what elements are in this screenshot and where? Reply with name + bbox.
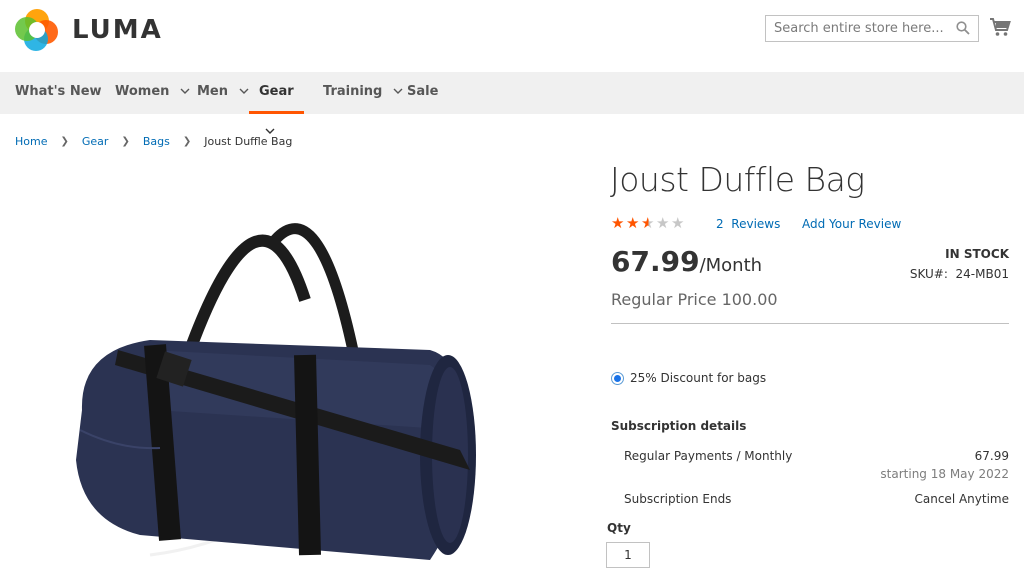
star-full-icon: ★ (611, 214, 625, 232)
search-icon[interactable] (956, 21, 970, 35)
nav-item-men[interactable]: Men (197, 72, 249, 114)
store-logo[interactable]: LUMA (15, 8, 163, 52)
search-input[interactable] (766, 16, 946, 41)
product-sku: SKU#: 24-MB01 (910, 267, 1009, 281)
divider (611, 323, 1009, 324)
chevron-right-icon: ❯ (121, 136, 130, 147)
subscription-row-value: 67.99 (974, 449, 1009, 463)
reviews-link[interactable]: 2 Reviews (716, 217, 780, 231)
discount-option[interactable]: 25% Discount for bags (611, 371, 766, 385)
cart-icon[interactable] (989, 17, 1011, 37)
nav-item-women[interactable]: Women (115, 72, 190, 114)
breadcrumb-home[interactable]: Home (15, 135, 47, 148)
chevron-right-icon: ❯ (60, 136, 69, 147)
reviews-count: 2 (716, 217, 724, 231)
product-price: 67.99/Month (611, 245, 762, 278)
reviews-label: Reviews (731, 217, 781, 231)
luma-logo-icon (15, 9, 58, 51)
sku-value: 24-MB01 (955, 267, 1009, 281)
nav-item-label: Men (197, 84, 229, 99)
nav-item-label: Sale (407, 84, 439, 99)
qty-label: Qty (607, 521, 631, 535)
nav-item-whats-new[interactable]: What's New (15, 72, 102, 114)
star-half-icon: ★ (641, 214, 655, 232)
nav-item-sale[interactable]: Sale (407, 72, 438, 114)
sku-label: SKU#: (909, 267, 948, 281)
regular-price: Regular Price 100.00 (611, 290, 778, 309)
search-box (765, 15, 979, 42)
add-review-link[interactable]: Add Your Review (802, 217, 901, 231)
chevron-down-icon (239, 88, 249, 94)
rating-stars: ★ ★ ★ ★ ★ (611, 216, 686, 231)
breadcrumb: Home ❯ Gear ❯ Bags ❯ Joust Duffle Bag (15, 135, 292, 148)
chevron-right-icon: ❯ (182, 136, 192, 147)
nav-item-label: What's New (15, 84, 102, 99)
qty-input[interactable] (606, 542, 650, 568)
discount-radio[interactable] (611, 371, 624, 385)
chevron-down-icon (180, 88, 190, 94)
price-amount: 67.99 (611, 245, 700, 278)
price-period: /Month (699, 255, 763, 276)
nav-item-label: Training (323, 84, 383, 99)
product-title: Joust Duffle Bag (610, 160, 865, 199)
subscription-row-label: Regular Payments / Monthly (624, 449, 793, 463)
breadcrumb-bags[interactable]: Bags (143, 135, 170, 148)
nav-item-label: Gear (259, 84, 294, 99)
nav-item-training[interactable]: Training (323, 72, 403, 114)
breadcrumb-gear[interactable]: Gear (82, 135, 109, 148)
site-header: LUMA (0, 0, 1024, 72)
subscription-title: Subscription details (611, 419, 747, 433)
subscription-row-label: Subscription Ends (624, 492, 732, 506)
subscription-start-note: starting 18 May 2022 (880, 467, 1009, 481)
chevron-down-icon (393, 88, 403, 94)
stock-status: IN STOCK (945, 247, 1009, 261)
star-empty-icon: ★ (656, 214, 670, 232)
star-full-icon: ★ (626, 214, 640, 232)
logo-text: LUMA (72, 15, 163, 45)
subscription-row-value: Cancel Anytime (914, 492, 1010, 506)
breadcrumb-current: Joust Duffle Bag (204, 135, 293, 148)
product-image[interactable] (60, 200, 500, 576)
main-navigation: What's New Women Men Gear Training Sale (0, 72, 1024, 134)
nav-item-gear[interactable]: Gear (249, 72, 304, 134)
nav-item-label: Women (115, 84, 170, 99)
star-empty-icon: ★ (671, 214, 685, 232)
discount-label: 25% Discount for bags (630, 371, 767, 385)
